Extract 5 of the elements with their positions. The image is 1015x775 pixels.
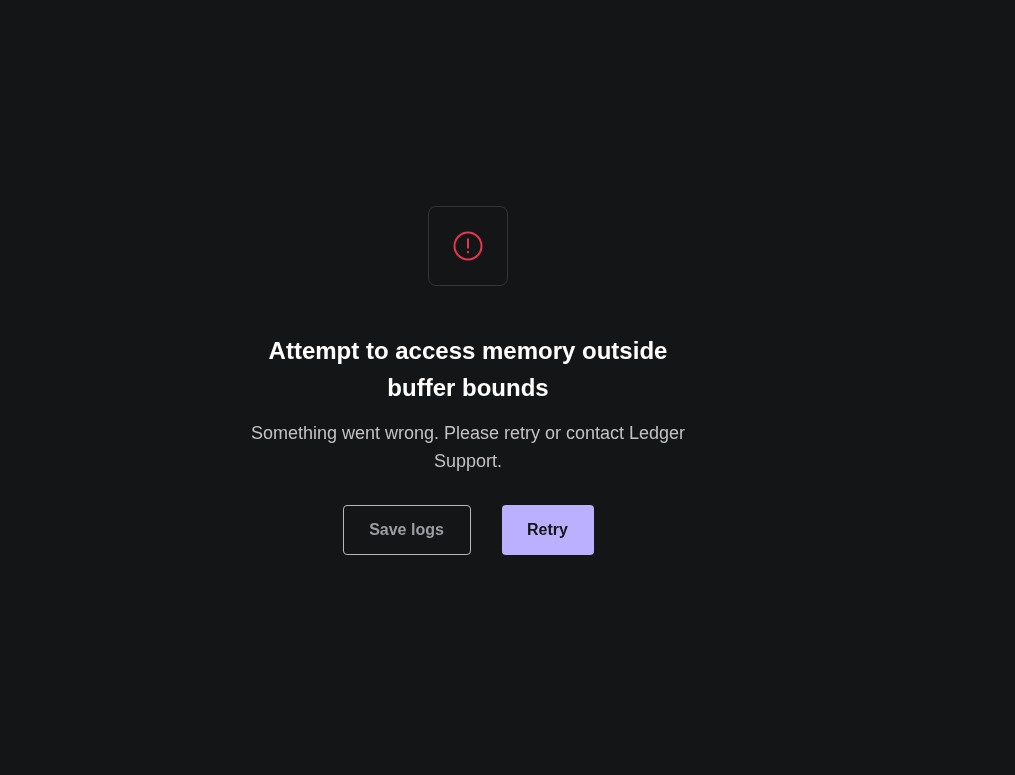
error-message: Something went wrong. Please retry or contact Ledger Support.: [249, 422, 687, 473]
save-logs-button[interactable]: Save logs: [342, 505, 471, 555]
error-title: Attempt to access memory outside buffer bounds: [267, 336, 669, 403]
retry-button[interactable]: Retry: [501, 505, 594, 555]
warning-icon: [453, 231, 483, 261]
